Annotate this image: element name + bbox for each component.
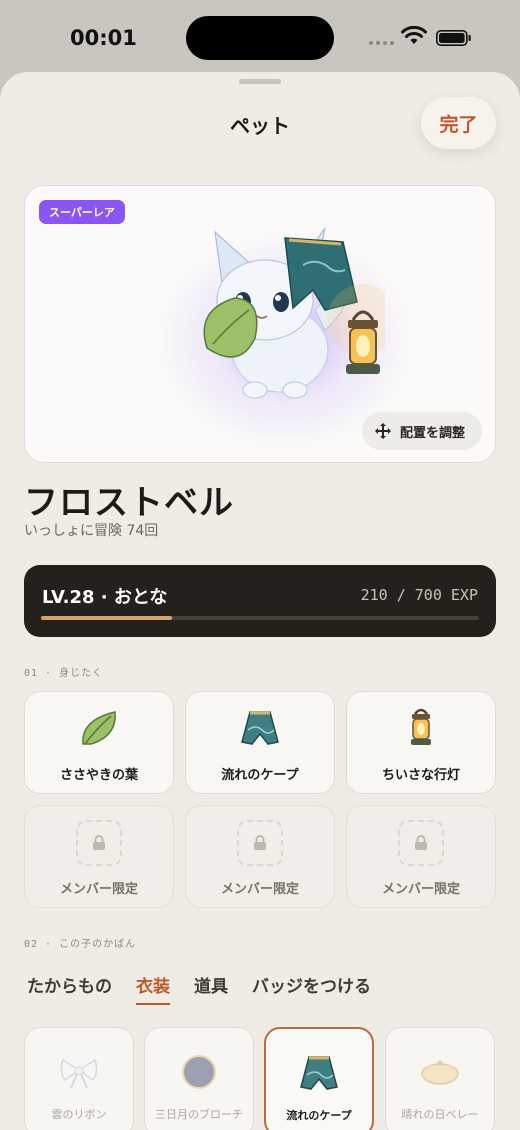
exp-progress-fill [41,616,173,620]
lock-icon [415,835,427,850]
ribbon-icon [60,1058,98,1089]
equip-slot-label: ちいさな行灯 [381,768,460,783]
locked-slot-frame [76,820,122,866]
item-card[interactable]: 雲のリボン [24,1027,134,1130]
level-card: LV.28 · おとな 210 / 700 EXP [24,565,496,637]
cellular-signal-icon [369,41,394,45]
bag-tabs: たからもの 衣装 道具 バッジをつける [27,972,371,1005]
equip-slot[interactable]: ちいさな行灯 [346,691,496,794]
locked-slot[interactable]: メンバー限定 [346,805,496,908]
lock-icon [254,835,266,850]
item-label: 流れのケープ [286,1109,352,1122]
equip-slot-label: ささやきの葉 [59,768,138,783]
item-card[interactable]: 晴れの日ベレー [385,1027,495,1130]
tab-tools[interactable]: 道具 [194,972,228,1005]
tab-badges[interactable]: バッジをつける [252,972,371,1005]
status-bar: 00:01 [0,0,520,72]
rarity-badge: スーパーレア [39,200,125,224]
beret-icon [421,1060,459,1085]
equip-slot-label: 流れのケープ [221,768,299,783]
pet-stage[interactable]: スーパーレア 配置を調整 [24,185,496,463]
locked-slot[interactable]: メンバー限定 [185,805,335,908]
section-label-bag: 02 · この子のかばん [24,939,137,950]
item-label: 雲のリボン [51,1108,107,1121]
adjust-placement-label: 配置を調整 [400,425,466,441]
adjust-placement-button[interactable]: 配置を調整 [362,412,482,450]
locked-slot-frame [398,820,444,866]
done-button[interactable]: 完了 [421,97,496,149]
equip-slot[interactable]: 流れのケープ [185,691,335,794]
pet-name: フロストベル [24,483,234,523]
cape-icon [241,711,279,745]
move-arrows-icon [375,423,391,439]
leaf-icon [82,711,116,745]
cape-icon [300,1056,338,1090]
wifi-icon [401,26,427,44]
pet-sheet: ペット 完了 スーパーレア 配置を調整 フロストベル いっしょに冒険 74回 L… [0,72,520,1130]
item-card-selected[interactable]: 流れのケープ [264,1027,374,1130]
pet-illustration [203,227,385,399]
adventure-count: いっしょに冒険 74回 [24,523,159,539]
item-label: 晴れの日ベレー [401,1108,479,1121]
exp-progress-bar [41,616,479,620]
locked-slot-label: メンバー限定 [220,882,299,897]
locked-slot[interactable]: メンバー限定 [24,805,174,908]
battery-icon [436,30,471,46]
item-card[interactable]: 三日月のブローチ [144,1027,254,1130]
status-time: 00:01 [70,26,137,50]
lock-icon [93,835,105,850]
section-label-outfit: 01 · 身じたく [24,668,104,679]
level-label: LV.28 · おとな [42,587,168,608]
locked-slot-frame [237,820,283,866]
locked-slot-label: メンバー限定 [59,882,138,897]
tab-treasures[interactable]: たからもの [27,972,112,1005]
dynamic-island [186,16,334,60]
lantern-icon [411,708,431,745]
sheet-grabber[interactable] [239,79,281,84]
locked-slot-label: メンバー限定 [381,882,460,897]
equip-slot[interactable]: ささやきの葉 [24,691,174,794]
moon-brooch-icon [182,1055,216,1089]
exp-label: 210 / 700 EXP [360,586,478,604]
tab-costumes[interactable]: 衣装 [136,972,170,1005]
item-label: 三日月のブローチ [155,1108,243,1121]
